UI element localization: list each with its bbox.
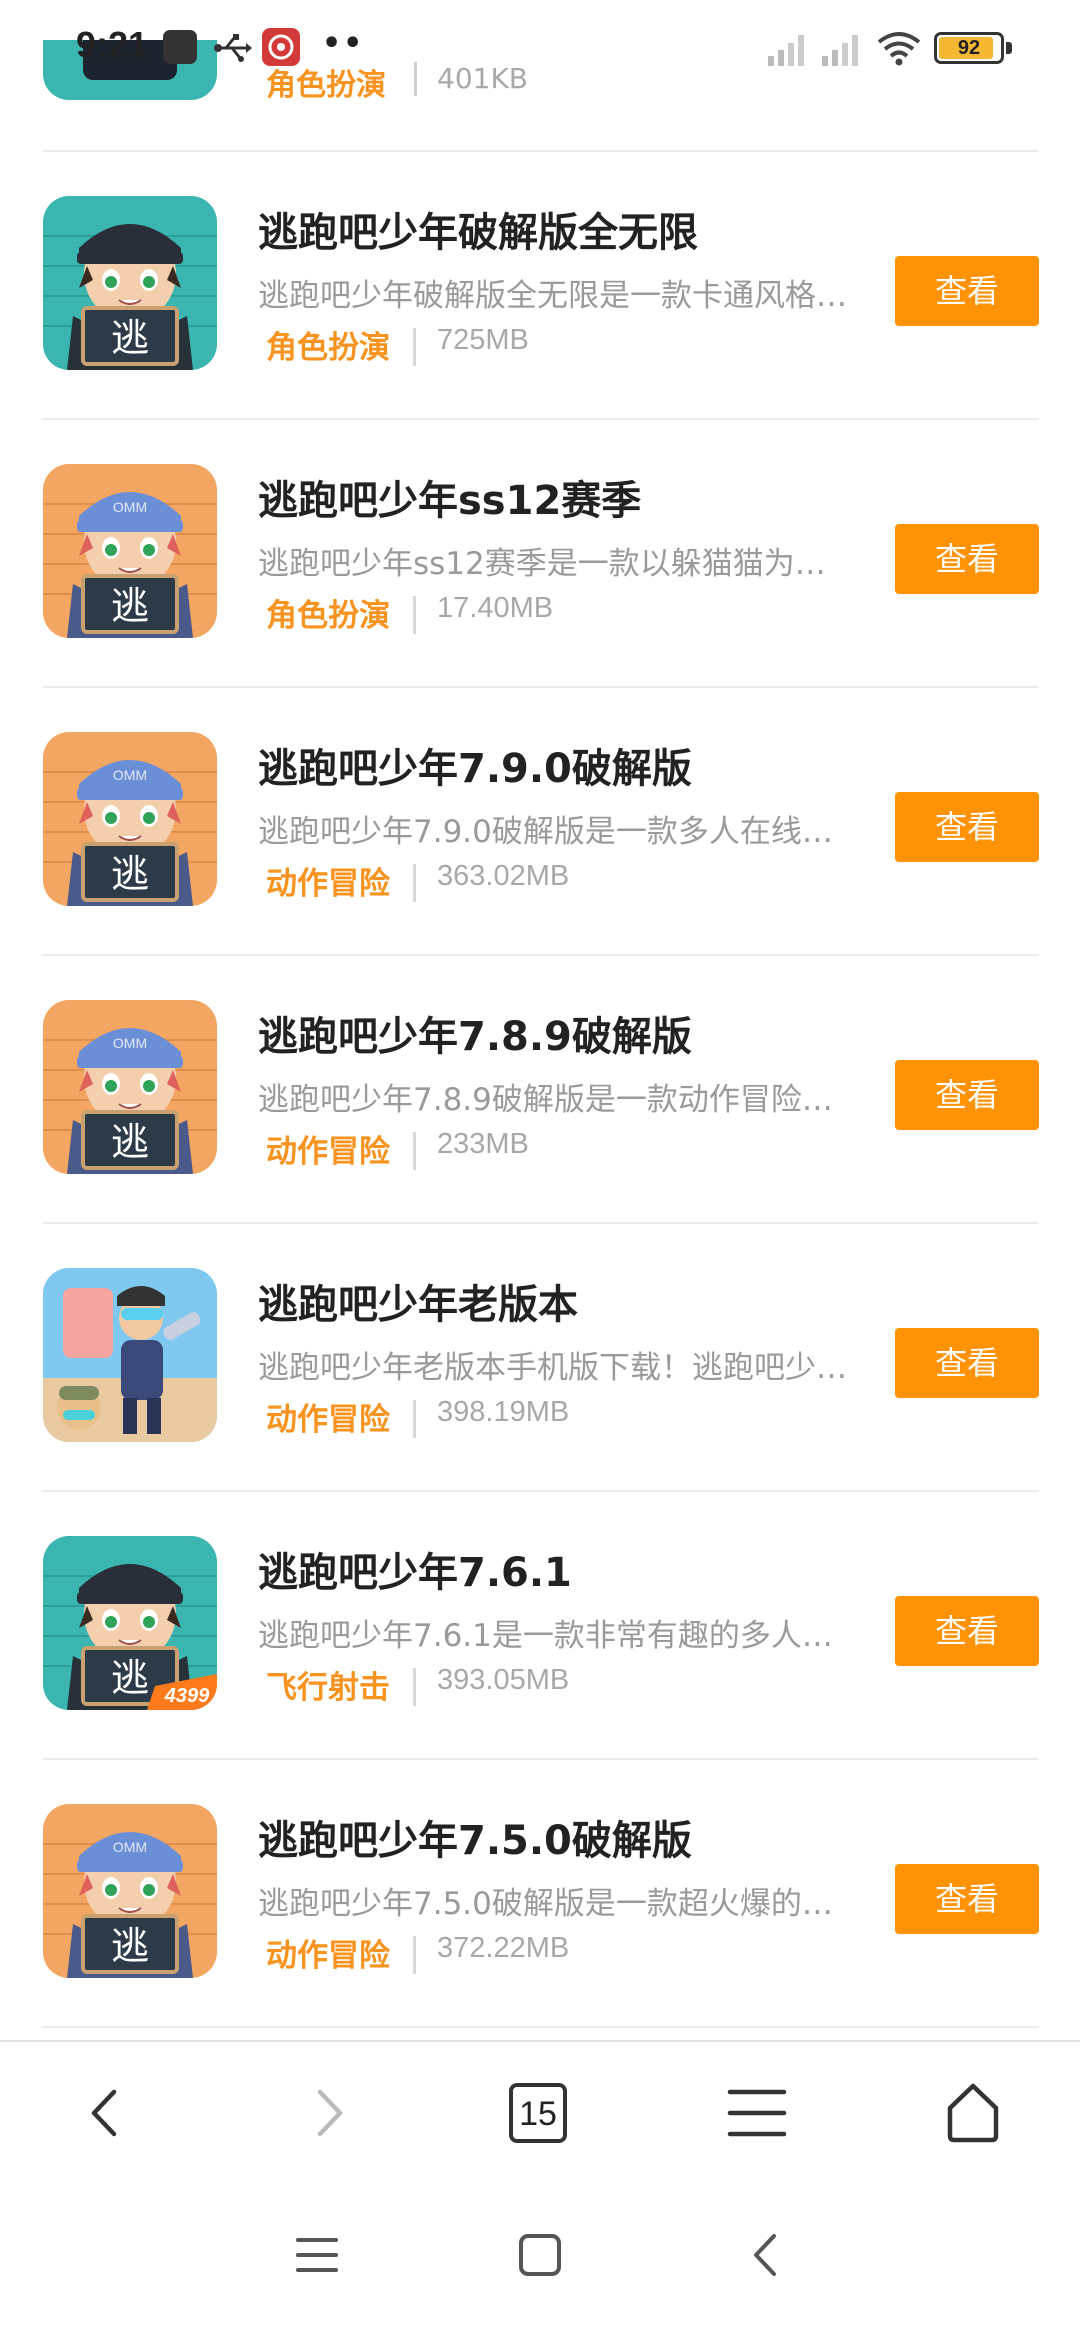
view-button[interactable]: 查看 [895, 524, 1039, 594]
app-icon[interactable]: 逃 4399 [43, 1536, 217, 1710]
item-category: 动作冒险 [266, 1938, 390, 1974]
item-description: 逃跑吧少年7.6.1是一款非常有趣的多人竞技游戏 [258, 1618, 848, 1654]
item-category: 角色扮演 [266, 598, 390, 634]
battery-level: 92 [957, 37, 981, 59]
item-separator [413, 1400, 416, 1438]
item-description: 逃跑吧少年7.8.9破解版是一款动作冒险类手游 [258, 1082, 848, 1118]
tabs-button[interactable]: 15 [504, 2078, 574, 2148]
item-title[interactable]: 逃跑吧少年ss12赛季 [258, 468, 641, 526]
list-item[interactable]: 逃跑吧少年老版本逃跑吧少年老版本手机版下载！逃跑吧少年是一款动作冒险 398.19… [43, 1224, 1039, 1492]
item-title[interactable]: 逃跑吧少年7.8.9破解版 [258, 1004, 692, 1062]
svg-text:逃: 逃 [111, 852, 149, 896]
browser-toolbar: 15 [0, 2040, 1080, 2180]
svg-text:OMM: OMM [113, 499, 147, 515]
item-title[interactable]: 逃跑吧少年7.6.1 [258, 1540, 572, 1598]
app-icon[interactable] [43, 1268, 217, 1442]
app-icon[interactable]: OMM 逃 [43, 1804, 217, 1978]
item-size: 393.05MB [437, 1664, 570, 1696]
svg-text:OMM: OMM [113, 1839, 147, 1855]
item-category: 飞行射击 [266, 1670, 390, 1706]
game-list: 逃 逃跑吧少年破解版全无限逃跑吧少年破解版全无限是一款卡通风格的多人竞技手游角色扮… [0, 152, 1080, 2028]
list-item[interactable]: OMM 逃 逃跑吧少年7.8.9破解版逃跑吧少年7.8.9破解版是一款动作冒险类手游… [43, 956, 1039, 1224]
view-button[interactable]: 查看 [895, 792, 1039, 862]
item-description: 逃跑吧少年破解版全无限是一款卡通风格的多人竞技手游 [258, 278, 848, 314]
signal-icon [768, 35, 804, 66]
item-size: 363.02MB [437, 860, 570, 892]
list-item[interactable]: 逃 逃跑吧少年破解版全无限逃跑吧少年破解版全无限是一款卡通风格的多人竞技手游角色扮… [43, 152, 1039, 420]
item-separator [413, 1936, 416, 1974]
item-separator [413, 1668, 416, 1706]
list-item[interactable]: OMM 逃 逃跑吧少年ss12赛季逃跑吧少年ss12赛季是一款以躲猫猫为主题的游戏角… [43, 420, 1039, 688]
tab-count: 15 [509, 2083, 567, 2143]
item-category: 动作冒险 [266, 1134, 390, 1170]
item-separator [413, 596, 416, 634]
item-description: 逃跑吧少年7.9.0破解版是一款多人在线竞技游戏 [258, 814, 848, 850]
item-title[interactable]: 逃跑吧少年老版本 [258, 1272, 578, 1330]
back-icon[interactable] [732, 2220, 802, 2290]
svg-text:逃: 逃 [111, 316, 149, 360]
more-dots-icon: •• [322, 26, 365, 61]
wifi-icon [877, 32, 921, 66]
item-title[interactable]: 逃跑吧少年7.9.0破解版 [258, 736, 692, 794]
home-icon[interactable] [505, 2220, 575, 2290]
item-title[interactable]: 逃跑吧少年破解版全无限 [258, 200, 698, 258]
home-icon[interactable] [938, 2078, 1008, 2148]
recents-icon[interactable] [282, 2220, 352, 2290]
svg-text:逃: 逃 [111, 1656, 149, 1700]
item-separator [413, 864, 416, 902]
item-description: 逃跑吧少年老版本手机版下载！逃跑吧少年是一款 [258, 1350, 848, 1386]
item-size: 725MB [437, 324, 529, 356]
item-category: 角色扮演 [266, 330, 390, 366]
item-size: 17.40MB [437, 592, 554, 624]
menu-icon[interactable] [722, 2078, 792, 2148]
view-button[interactable]: 查看 [895, 256, 1039, 326]
item-separator [413, 1132, 416, 1170]
item-size: 398.19MB [437, 1396, 570, 1428]
system-nav-bar [0, 2180, 1080, 2340]
list-item[interactable]: OMM 逃 逃跑吧少年7.9.0破解版逃跑吧少年7.9.0破解版是一款多人在线竞技游… [43, 688, 1039, 956]
view-button[interactable]: 查看 [895, 1864, 1039, 1934]
app-square-icon [163, 30, 197, 64]
back-icon[interactable] [72, 2078, 142, 2148]
status-time: 9:21 [76, 24, 149, 65]
signal-icon [822, 35, 858, 66]
app-icon[interactable]: OMM 逃 [43, 1000, 217, 1174]
app-icon [262, 28, 300, 66]
svg-text:OMM: OMM [113, 767, 147, 783]
item-title[interactable]: 逃跑吧少年7.5.0破解版 [258, 1808, 692, 1866]
item-category: 动作冒险 [266, 866, 390, 902]
svg-text:逃: 逃 [111, 1120, 149, 1164]
item-size: 372.22MB [437, 1932, 570, 1964]
item-size: 233MB [437, 1128, 529, 1160]
usb-icon [214, 34, 252, 62]
svg-text:逃: 逃 [111, 584, 149, 628]
view-button[interactable]: 查看 [895, 1328, 1039, 1398]
badge-4399: 4399 [164, 1685, 210, 1707]
battery-icon: 92 [934, 32, 1004, 64]
view-button[interactable]: 查看 [895, 1060, 1039, 1130]
svg-text:逃: 逃 [111, 1924, 149, 1968]
app-icon[interactable]: 逃 [43, 196, 217, 370]
item-description: 逃跑吧少年ss12赛季是一款以躲猫猫为主题的游戏 [258, 546, 848, 582]
item-separator [413, 328, 416, 366]
status-bar: 9:21 •• 92 [0, 0, 1080, 96]
view-button[interactable]: 查看 [895, 1596, 1039, 1666]
app-icon[interactable]: OMM 逃 [43, 732, 217, 906]
svg-text:OMM: OMM [113, 1035, 147, 1051]
list-item[interactable]: OMM 逃 逃跑吧少年7.5.0破解版逃跑吧少年7.5.0破解版是一款超火爆的竞技游… [43, 1760, 1039, 2028]
app-icon[interactable]: OMM 逃 [43, 464, 217, 638]
item-description: 逃跑吧少年7.5.0破解版是一款超火爆的竞技游戏 [258, 1886, 848, 1922]
forward-icon[interactable] [292, 2078, 362, 2148]
item-category: 动作冒险 [266, 1402, 390, 1438]
list-item[interactable]: 逃 4399 逃跑吧少年7.6.1 逃跑吧少年7.6.1是一款非常有趣的多人竞技游戏飞… [43, 1492, 1039, 1760]
